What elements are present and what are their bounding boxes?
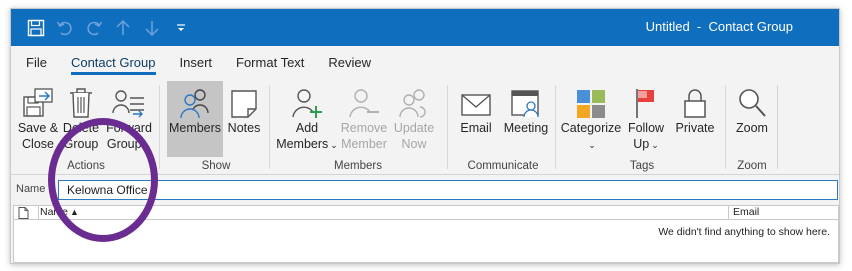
quick-access-toolbar xyxy=(21,9,195,46)
group-divider xyxy=(447,85,448,169)
envelope-icon xyxy=(459,83,493,119)
chevron-down-icon: ⌄ xyxy=(330,140,338,150)
add-members-label-2: Members xyxy=(276,137,329,151)
tab-review[interactable]: Review xyxy=(319,46,380,79)
group-label-tags: Tags xyxy=(629,160,655,172)
notes-label: Notes xyxy=(227,121,261,135)
remove-member-label-2: Member xyxy=(341,137,387,151)
update-now-label-2: Now xyxy=(401,137,427,151)
save-close-button[interactable]: Save & Close xyxy=(15,81,61,157)
magnifier-icon xyxy=(735,83,769,119)
column-header-name[interactable]: Name xyxy=(38,206,68,220)
title-bar: Untitled - Contact Group xyxy=(11,9,839,46)
members-view-label: Members xyxy=(168,121,222,135)
add-members-label-1: Add xyxy=(295,121,319,135)
group-show: Members Notes Show xyxy=(163,79,269,175)
group-label-zoom: Zoom xyxy=(737,160,767,172)
save-close-label-2: Close xyxy=(22,137,54,151)
email-label: Email xyxy=(460,121,492,135)
lock-icon xyxy=(678,83,712,119)
empty-list-message: We didn't find anything to show here. xyxy=(658,226,830,238)
group-divider xyxy=(269,85,270,169)
group-divider xyxy=(777,85,778,169)
tab-file[interactable]: File xyxy=(17,46,56,79)
arrow-up-icon[interactable] xyxy=(108,9,137,46)
undo-icon[interactable] xyxy=(50,9,79,46)
meeting-calendar-icon xyxy=(509,83,543,119)
save-close-icon xyxy=(21,83,55,119)
flag-icon xyxy=(629,83,663,119)
chevron-down-icon: ⌄ xyxy=(588,140,596,150)
forward-group-button[interactable]: Forward Group ⌄ xyxy=(103,81,155,157)
tab-insert[interactable]: Insert xyxy=(171,46,222,79)
group-label-actions: Actions xyxy=(67,160,105,172)
add-members-button[interactable]: Add Members ⌄ xyxy=(276,81,338,157)
zoom-button[interactable]: Zoom xyxy=(731,81,773,157)
group-members: Add Members ⌄ Remove Member Update Now Membe… xyxy=(273,79,443,175)
window-title: Untitled - Contact Group xyxy=(645,19,793,34)
group-divider xyxy=(159,85,160,169)
forward-group-label-1: Forward xyxy=(106,121,152,135)
update-now-label-1: Update xyxy=(393,121,435,135)
group-label-members: Members xyxy=(334,160,382,172)
group-label-show: Show xyxy=(201,160,231,172)
forward-group-label-2: Group xyxy=(106,137,142,151)
forward-group-icon xyxy=(112,83,146,119)
update-people-icon xyxy=(397,83,431,119)
sort-ascending-icon: ▲ xyxy=(70,207,79,217)
categorize-label: Categorize xyxy=(560,121,622,135)
ribbon: Save & Close Delete Group Forward Group ⌄ Ac… xyxy=(11,79,839,175)
outlook-contact-group-window: Untitled - Contact Group File Contact Gr… xyxy=(10,8,840,264)
members-list: Name ▲ Email We didn't find anything to … xyxy=(13,205,839,263)
follow-up-button[interactable]: Follow Up ⌄ xyxy=(625,81,667,157)
categorize-icon xyxy=(574,83,608,119)
group-actions: Save & Close Delete Group Forward Group ⌄ Ac… xyxy=(11,79,161,175)
delete-group-button[interactable]: Delete Group xyxy=(61,81,101,157)
group-label-communicate: Communicate xyxy=(467,160,539,172)
remove-member-button[interactable]: Remove Member xyxy=(339,81,389,157)
update-now-button[interactable]: Update Now xyxy=(391,81,437,157)
group-divider xyxy=(555,85,556,169)
column-header-email[interactable]: Email xyxy=(728,206,759,220)
redo-icon[interactable] xyxy=(79,9,108,46)
notes-button[interactable]: Notes xyxy=(225,81,263,157)
group-tags: Categorize ⌄ Follow Up ⌄ Private Tags xyxy=(559,79,725,175)
tab-contact-group[interactable]: Contact Group xyxy=(62,46,165,79)
email-button[interactable]: Email xyxy=(457,81,495,157)
delete-group-label-2: Group xyxy=(63,137,99,151)
zoom-label: Zoom xyxy=(736,121,768,135)
add-person-icon xyxy=(290,83,324,119)
follow-up-label-2: Up xyxy=(633,137,650,151)
list-header: Name ▲ Email xyxy=(14,206,838,220)
tab-format-text[interactable]: Format Text xyxy=(227,46,313,79)
save-icon[interactable] xyxy=(21,9,50,46)
private-label: Private xyxy=(675,121,715,135)
chevron-down-icon: ⌄ xyxy=(651,140,659,150)
remove-member-label-1: Remove xyxy=(340,121,388,135)
group-communicate: Email Meeting Communicate xyxy=(451,79,555,175)
chevron-down-icon: ⌄ xyxy=(143,140,152,150)
ribbon-tabs: File Contact Group Insert Format Text Re… xyxy=(11,46,839,79)
meeting-button[interactable]: Meeting xyxy=(501,81,551,157)
members-icon xyxy=(178,83,212,119)
remove-person-icon xyxy=(347,83,381,119)
follow-up-label-1: Follow xyxy=(627,121,665,135)
notes-icon xyxy=(227,83,261,119)
categorize-button[interactable]: Categorize ⌄ xyxy=(561,81,621,157)
private-button[interactable]: Private xyxy=(671,81,719,157)
meeting-label: Meeting xyxy=(503,121,549,135)
delete-group-label-1: Delete xyxy=(62,121,100,135)
group-divider xyxy=(725,85,726,169)
name-row: Name xyxy=(11,179,839,201)
name-field-label: Name xyxy=(16,183,46,195)
document-icon xyxy=(18,207,29,222)
group-zoom: Zoom Zoom xyxy=(727,79,777,175)
trash-icon xyxy=(64,83,98,119)
group-name-input[interactable] xyxy=(58,180,838,200)
save-close-label-1: Save & xyxy=(17,121,59,135)
customize-qat-icon[interactable] xyxy=(166,9,195,46)
arrow-down-icon[interactable] xyxy=(137,9,166,46)
members-view-button[interactable]: Members xyxy=(167,81,223,157)
